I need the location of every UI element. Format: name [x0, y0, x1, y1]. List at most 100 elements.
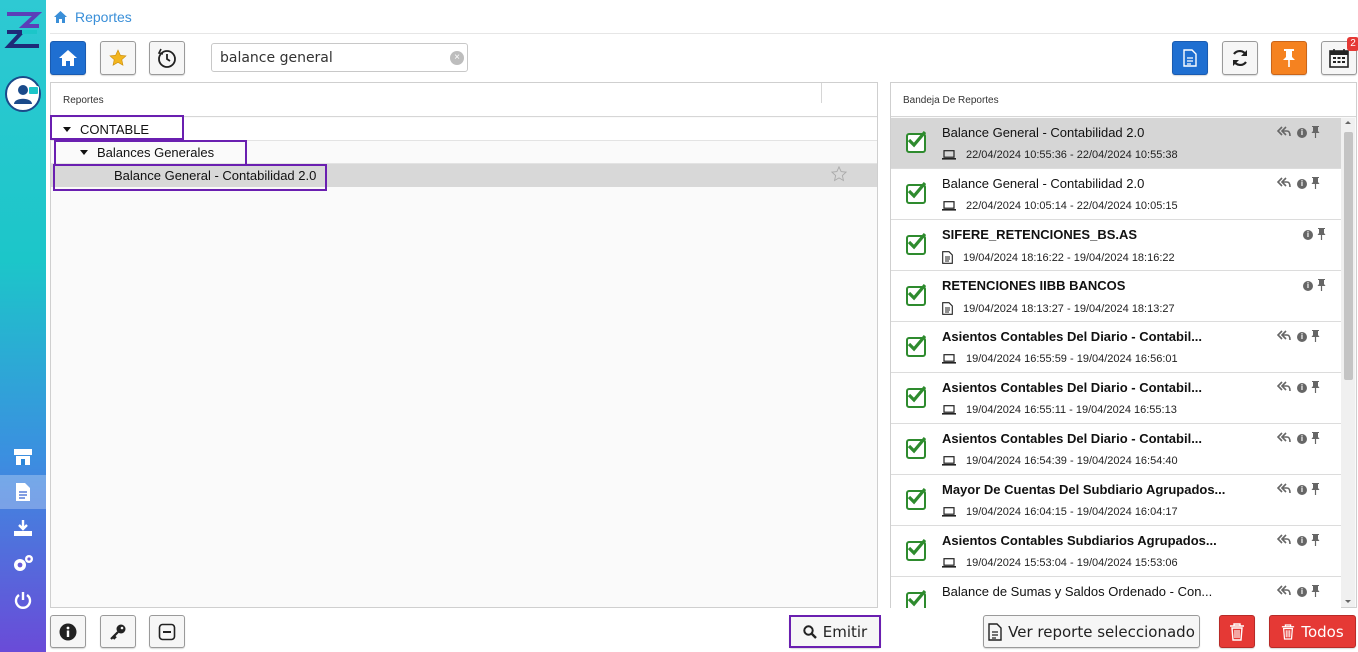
report-title: Asientos Contables Del Diario - Contabil… [942, 431, 1203, 446]
key-icon [110, 624, 126, 640]
info-icon[interactable]: i [1297, 536, 1307, 546]
pin-icon[interactable] [1311, 329, 1320, 342]
info-button[interactable] [50, 615, 86, 648]
info-icon[interactable]: i [1297, 128, 1307, 138]
report-checkbox[interactable] [906, 335, 926, 357]
report-actions: i [1277, 328, 1320, 342]
report-item[interactable]: Asientos Contables Subdiarios Agrupados.… [891, 526, 1341, 577]
report-view-button[interactable] [1172, 41, 1208, 75]
pin-icon[interactable] [1311, 584, 1320, 597]
report-item[interactable]: RETENCIONES IIBB BANCOS 19/04/2024 18:13:… [891, 271, 1341, 322]
pin-icon[interactable] [1317, 227, 1326, 240]
refresh-button[interactable] [1222, 41, 1258, 75]
delete-all-button[interactable]: Todos [1269, 615, 1356, 648]
trash-icon [1230, 622, 1244, 641]
ver-reporte-button[interactable]: Ver reporte seleccionado [983, 615, 1200, 648]
report-item[interactable]: Balance de Sumas y Saldos Ordenado - Con… [891, 577, 1341, 608]
laptop-icon [942, 201, 956, 211]
report-item[interactable]: Asientos Contables Del Diario - Contabil… [891, 373, 1341, 424]
reply-all-icon[interactable] [1277, 482, 1291, 494]
report-checkbox[interactable] [906, 437, 926, 459]
info-icon[interactable]: i [1297, 332, 1307, 342]
info-icon[interactable]: i [1303, 230, 1313, 240]
report-title: Balance General - Contabilidad 2.0 [942, 125, 1145, 140]
report-checkbox[interactable] [906, 131, 926, 153]
info-icon[interactable]: i [1297, 485, 1307, 495]
report-checkbox[interactable] [906, 182, 926, 204]
report-actions: i [1277, 430, 1320, 444]
search-input[interactable] [211, 43, 468, 72]
reports-inbox-header-label: Bandeja De Reportes [903, 95, 999, 106]
report-meta: 19/04/2024 16:04:15 - 19/04/2024 16:04:1… [942, 506, 1178, 518]
pin-icon[interactable] [1311, 431, 1320, 444]
pin-button[interactable] [1271, 41, 1307, 75]
reply-all-icon[interactable] [1277, 533, 1291, 545]
report-checkbox[interactable] [906, 284, 926, 306]
report-dates: 19/04/2024 16:54:39 - 19/04/2024 16:54:4… [966, 455, 1178, 467]
inbox-scrollbar[interactable] [1341, 118, 1355, 607]
history-button[interactable] [149, 41, 185, 75]
report-meta: 19/04/2024 18:16:22 - 19/04/2024 18:16:2… [942, 251, 1175, 264]
pin-icon[interactable] [1311, 176, 1320, 189]
document-icon [942, 302, 953, 315]
report-title: Asientos Contables Del Diario - Contabil… [942, 380, 1203, 395]
report-item[interactable]: Asientos Contables Del Diario - Contabil… [891, 424, 1341, 475]
info-icon[interactable]: i [1303, 281, 1313, 291]
report-checkbox[interactable] [906, 590, 926, 608]
report-item[interactable]: SIFERE_RETENCIONES_BS.AS 19/04/2024 18:16… [891, 220, 1341, 271]
pin-icon[interactable] [1311, 125, 1320, 138]
sidebar-download-button[interactable] [0, 511, 46, 545]
report-checkbox[interactable] [906, 386, 926, 408]
scroll-down-icon[interactable] [1341, 597, 1355, 607]
search-clear-icon[interactable]: × [450, 51, 464, 65]
check-icon [907, 335, 926, 352]
reply-all-icon[interactable] [1277, 584, 1291, 596]
info-icon [59, 623, 77, 640]
report-checkbox[interactable] [906, 488, 926, 510]
report-item[interactable]: Mayor De Cuentas Del Subdiario Agrupados… [891, 475, 1341, 526]
report-item[interactable]: Asientos Contables Del Diario - Contabil… [891, 322, 1341, 373]
download-icon [14, 520, 32, 536]
pin-icon[interactable] [1311, 380, 1320, 393]
check-icon [907, 233, 926, 250]
scroll-thumb[interactable] [1344, 132, 1353, 380]
history-clock-icon [157, 48, 176, 68]
check-icon [907, 386, 926, 403]
info-icon[interactable]: i [1297, 179, 1307, 189]
sidebar-store-button[interactable] [0, 440, 46, 474]
star-outline-icon[interactable] [831, 166, 847, 182]
report-meta: 19/04/2024 16:55:59 - 19/04/2024 16:56:0… [942, 353, 1178, 365]
check-icon [907, 284, 926, 301]
collapse-button[interactable] [149, 615, 185, 648]
pin-icon[interactable] [1317, 278, 1326, 291]
scroll-up-icon[interactable] [1341, 118, 1355, 128]
info-icon[interactable]: i [1297, 587, 1307, 597]
reply-all-icon[interactable] [1277, 431, 1291, 443]
pin-icon[interactable] [1311, 533, 1320, 546]
reply-all-icon[interactable] [1277, 380, 1291, 392]
sidebar-reports-button[interactable] [0, 475, 46, 509]
reply-all-icon[interactable] [1277, 125, 1291, 137]
app-logo-icon[interactable] [4, 8, 42, 52]
favorites-button[interactable] [100, 41, 136, 75]
home-icon [59, 50, 77, 66]
report-meta: 19/04/2024 15:53:04 - 19/04/2024 15:53:0… [942, 557, 1178, 569]
report-item[interactable]: Balance General - Contabilidad 2.0 22/04/… [891, 169, 1341, 220]
report-item[interactable]: Balance General - Contabilidad 2.0 22/04/… [891, 118, 1341, 169]
sidebar-settings-button[interactable] [0, 547, 46, 581]
app-window: Reportes × [0, 0, 1358, 652]
info-icon[interactable]: i [1297, 434, 1307, 444]
breadcrumb-reportes-link[interactable]: Reportes [75, 9, 132, 25]
minus-square-icon [158, 623, 176, 640]
sidebar-logout-button[interactable] [0, 583, 46, 617]
delete-button[interactable] [1219, 615, 1255, 648]
reply-all-icon[interactable] [1277, 176, 1291, 188]
report-checkbox[interactable] [906, 233, 926, 255]
reply-all-icon[interactable] [1277, 329, 1291, 341]
pin-icon[interactable] [1311, 482, 1320, 495]
info-icon[interactable]: i [1297, 383, 1307, 393]
key-button[interactable] [100, 615, 136, 648]
report-title: RETENCIONES IIBB BANCOS [942, 278, 1126, 293]
report-checkbox[interactable] [906, 539, 926, 561]
home-button[interactable] [50, 41, 86, 75]
